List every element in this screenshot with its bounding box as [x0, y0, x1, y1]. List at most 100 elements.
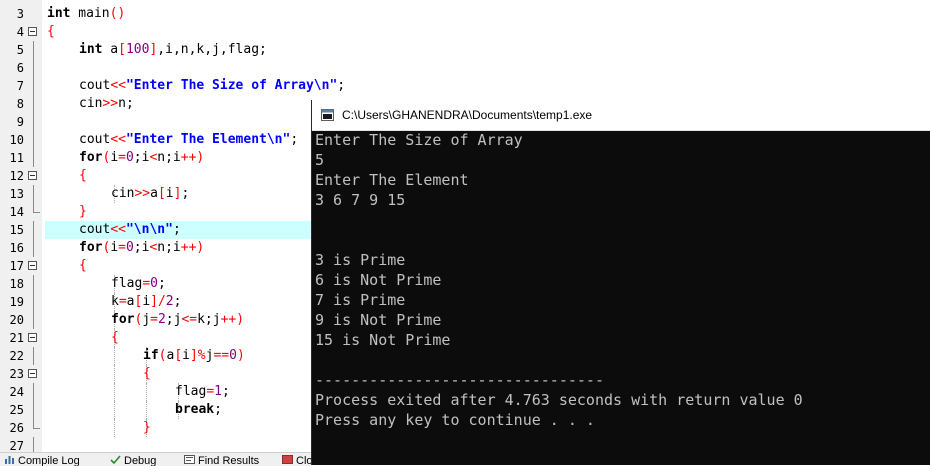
code-line[interactable]: 3 int main() — [0, 5, 930, 23]
code-text: { — [79, 169, 87, 183]
fold-guide-line — [33, 437, 34, 452]
line-number: 6 — [16, 61, 24, 75]
tab-close-label: Close — [296, 455, 311, 466]
fold-guide-line — [33, 383, 34, 401]
fold-guide-line — [33, 149, 34, 167]
code-text: if(a[i]%j==0) — [143, 349, 245, 363]
tab-close[interactable]: Close — [282, 455, 311, 466]
code-line[interactable]: 6 — [0, 59, 930, 77]
code-token: 0 — [229, 348, 237, 363]
fold-collapse-icon[interactable] — [28, 27, 37, 36]
code-token: , — [204, 42, 213, 57]
code-token: int — [79, 42, 103, 57]
fold-collapse-icon[interactable] — [28, 333, 37, 342]
console-line: Press any key to continue . . . — [315, 411, 595, 429]
line-number: 20 — [9, 313, 24, 327]
code-line[interactable]: 7 cout<<"Enter The Size of Array\n"; — [0, 77, 930, 95]
find-results-icon — [184, 455, 195, 464]
code-text: cin>>n; — [79, 97, 134, 111]
code-text: int a[100],i,n,k,j,flag; — [79, 43, 267, 57]
code-token: = — [118, 294, 127, 309]
code-token: = — [142, 276, 151, 291]
fold-end-marker — [33, 419, 40, 429]
tab-debug[interactable]: Debug — [110, 455, 156, 466]
code-text: k=a[i]/2; — [111, 295, 181, 309]
line-number: 8 — [16, 97, 24, 111]
code-text: cout<<"Enter The Size of Array\n"; — [79, 79, 345, 93]
code-token: cout — [79, 78, 111, 93]
code-token: = — [150, 312, 158, 327]
fold-guide-line — [33, 293, 34, 311]
fold-guide-line — [33, 221, 34, 239]
code-text: for(j=2;j<=k;j++) — [111, 313, 244, 327]
code-token: j — [212, 42, 220, 57]
code-token: cout — [79, 132, 111, 147]
code-token: ) — [236, 348, 245, 363]
code-token: { — [79, 258, 87, 273]
fold-guide-line — [33, 77, 34, 95]
code-token: int — [47, 6, 71, 21]
code-text: for(i=0;i<n;i++) — [79, 151, 204, 165]
fold-collapse-icon[interactable] — [28, 171, 37, 180]
code-token: n;i — [157, 240, 181, 255]
code-token: break — [175, 402, 215, 417]
code-token: ; — [337, 78, 346, 93]
code-text: cin>>a[i]; — [111, 187, 189, 201]
code-text: flag=1; — [175, 385, 230, 399]
console-line: Process exited after 4.763 seconds with … — [315, 391, 803, 409]
code-text: cout<<"\n\n"; — [79, 223, 181, 237]
indent-guide — [114, 365, 115, 383]
code-line[interactable]: 4{ — [0, 23, 930, 41]
code-token: flag — [111, 276, 143, 291]
console-titlebar[interactable]: C:\Users\GHANENDRA\Documents\temp1.exe — [312, 100, 930, 131]
code-token: a — [102, 42, 119, 57]
code-line[interactable]: 5 int a[100],i,n,k,j,flag; — [0, 41, 930, 59]
line-number: 22 — [9, 349, 24, 363]
code-token: () — [109, 6, 126, 21]
code-token: [ — [118, 42, 126, 57]
console-output[interactable]: Enter The Size of Array 5 Enter The Elemen… — [315, 130, 927, 465]
line-number: 17 — [9, 259, 24, 273]
line-number: 4 — [16, 25, 24, 39]
line-number: 21 — [9, 331, 24, 345]
code-token: } — [143, 420, 151, 435]
code-token: flag — [227, 42, 260, 57]
fold-guide-line — [33, 401, 34, 419]
line-number: 9 — [16, 115, 24, 129]
fold-collapse-icon[interactable] — [28, 261, 37, 270]
code-token: ++) — [180, 240, 205, 255]
code-token: , — [172, 42, 181, 57]
code-token: 100 — [125, 42, 150, 57]
code-text: } — [79, 205, 87, 219]
code-token: i — [182, 348, 190, 363]
tab-compile-log[interactable]: Compile Log — [4, 455, 80, 466]
tab-find-results[interactable]: Find Results — [184, 455, 259, 466]
code-token: 2 — [165, 294, 174, 309]
fold-guide-line — [33, 239, 34, 257]
tab-debug-label: Debug — [124, 455, 157, 466]
code-text: int main() — [47, 7, 125, 21]
code-token: ;j — [165, 312, 182, 327]
console-line: 6 is Not Prime — [315, 271, 442, 289]
console-window[interactable]: C:\Users\GHANENDRA\Documents\temp1.exe E… — [311, 100, 930, 465]
code-token: == — [213, 348, 230, 363]
code-token: << — [110, 132, 126, 147]
code-token: k;j — [197, 312, 221, 327]
code-token: [ — [157, 186, 166, 201]
code-token: ]/ — [150, 294, 166, 309]
fold-guide-line — [33, 59, 34, 77]
code-text: cout<<"Enter The Element\n"; — [79, 133, 298, 147]
console-line: 7 is Prime — [315, 291, 406, 309]
line-number: 18 — [9, 277, 24, 291]
console-line: 9 is Not Prime — [315, 311, 442, 329]
code-token: = — [118, 150, 126, 165]
fold-guide-line — [33, 113, 34, 131]
code-token: ; — [157, 276, 166, 291]
code-text: { — [79, 259, 87, 273]
line-number: 7 — [16, 79, 24, 93]
code-text: { — [111, 331, 119, 345]
console-line: 3 is Prime — [315, 251, 406, 269]
console-line: 15 is Not Prime — [315, 331, 451, 349]
fold-collapse-icon[interactable] — [28, 369, 37, 378]
code-token: ]% — [189, 348, 206, 363]
